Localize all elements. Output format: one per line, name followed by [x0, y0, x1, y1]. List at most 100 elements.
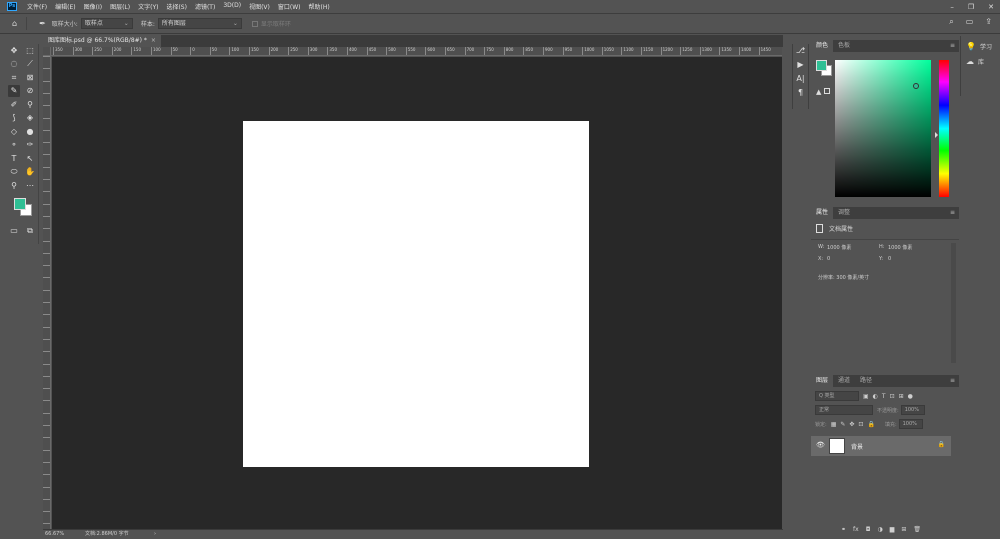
adjustment-filter-icon[interactable]: ◐ [873, 393, 878, 400]
tab-adjustments[interactable]: 调整 [833, 207, 855, 219]
lasso-tool-icon[interactable]: ◌ [8, 58, 20, 70]
hue-slider-handle[interactable] [935, 132, 938, 139]
close-icon[interactable]: × [151, 37, 156, 44]
document-canvas[interactable] [243, 121, 589, 467]
layer-name[interactable]: 背景 [851, 442, 863, 451]
eye-icon[interactable]: 👁 [816, 441, 825, 449]
quick-mask-icon[interactable]: ▭ [8, 225, 20, 237]
close-button[interactable]: ✕ [988, 3, 994, 11]
zoom-level[interactable]: 66.67% [45, 530, 64, 539]
blend-mode-select[interactable]: 正常 [815, 405, 873, 415]
lock-artboard-icon[interactable]: ⊡ [858, 421, 863, 428]
learn-button[interactable]: 💡 学习 [966, 42, 1000, 51]
color-pointer[interactable] [912, 83, 919, 90]
libraries-button[interactable]: ☁ 库 [966, 57, 1000, 66]
layer-filter-select[interactable]: Q 类型 [815, 391, 859, 401]
foreground-color-swatch[interactable] [14, 197, 26, 210]
out-of-gamut-warning-icon[interactable]: ▲ [816, 88, 821, 96]
eyedropper-tool-icon[interactable]: ✒ [39, 19, 46, 28]
character-icon[interactable]: A| [793, 72, 808, 86]
link-layers-icon[interactable]: ⚭ [841, 526, 846, 533]
show-ring-checkbox[interactable] [251, 20, 258, 27]
search-icon[interactable]: ⌕ [949, 17, 953, 27]
move-tool-icon[interactable]: ✥ [8, 45, 20, 57]
layer-style-icon[interactable]: fx [853, 526, 859, 533]
ellipse-tool-icon[interactable]: ⬭ [8, 166, 20, 178]
type-tool-icon[interactable]: T [8, 153, 20, 165]
menu-item[interactable]: 文字(Y) [138, 2, 158, 11]
canvas-area[interactable] [52, 57, 782, 529]
x-value[interactable]: 0 [827, 256, 879, 262]
more-tools-icon[interactable]: ⋯ [24, 180, 36, 192]
menu-item[interactable]: 帮助(H) [309, 2, 330, 11]
menu-item[interactable]: 图层(L) [110, 2, 130, 11]
path-select-tool-icon[interactable]: ↖ [24, 153, 36, 165]
new-layer-icon[interactable]: ⊞ [901, 526, 906, 533]
panel-menu-icon[interactable]: ≡ [950, 40, 955, 52]
history-brush-tool-icon[interactable]: ⟆ [8, 112, 20, 124]
properties-scrollbar[interactable] [951, 243, 956, 363]
adjustment-layer-icon[interactable]: ◑ [877, 526, 882, 533]
clone-stamp-tool-icon[interactable]: ⚲ [24, 99, 36, 111]
y-value[interactable]: 0 [888, 256, 891, 262]
tab-paths[interactable]: 路径 [855, 375, 877, 387]
tab-swatches[interactable]: 色板 [833, 40, 855, 52]
restore-button[interactable]: ❐ [968, 3, 974, 11]
tab-channels[interactable]: 通道 [833, 375, 855, 387]
history-icon[interactable]: ⎇ [793, 44, 808, 58]
foreground-color-swatch[interactable] [816, 60, 827, 71]
horizontal-ruler[interactable]: 350 300 250 200 150 100 50 0 50 100 150 200 250 300 35… [51, 47, 782, 56]
menu-item[interactable]: 编辑(E) [55, 2, 75, 11]
menu-item[interactable]: 图像(I) [84, 2, 102, 11]
healing-brush-tool-icon[interactable]: ⊘ [24, 85, 36, 97]
panel-menu-icon[interactable]: ≡ [950, 375, 955, 387]
menu-item[interactable]: 窗口(W) [278, 2, 301, 11]
dodge-tool-icon[interactable]: ⚬ [8, 139, 20, 151]
lock-position-icon[interactable]: ✥ [849, 421, 854, 428]
web-safe-color-icon[interactable] [824, 88, 830, 94]
add-mask-icon[interactable]: ◘ [866, 526, 871, 533]
sample-select[interactable]: 所有图层 ⌄ [157, 18, 242, 29]
eyedropper-tool-icon[interactable]: ✎ [8, 85, 20, 98]
quick-select-tool-icon[interactable]: ⟋ [24, 58, 36, 70]
marquee-tool-icon[interactable]: ⬚ [24, 45, 36, 57]
paint-bucket-tool-icon[interactable]: ◇ [8, 126, 20, 138]
pixel-filter-icon[interactable]: ▣ [863, 393, 869, 400]
hue-slider[interactable] [935, 60, 949, 197]
delete-layer-icon[interactable]: 🗑 [913, 526, 921, 533]
panel-menu-icon[interactable]: ≡ [950, 207, 955, 219]
lock-image-icon[interactable]: ✎ [840, 421, 845, 428]
tab-properties[interactable]: 属性 [811, 207, 834, 219]
paragraph-icon[interactable]: ¶ [793, 86, 808, 100]
frame-tool-icon[interactable]: ⊠ [24, 72, 36, 84]
vertical-ruler[interactable] [43, 47, 51, 529]
layer-thumbnail[interactable] [829, 438, 845, 454]
share-icon[interactable]: ⇪ [985, 17, 992, 27]
minimize-button[interactable]: – [950, 3, 954, 11]
height-value[interactable]: 1000 像素 [888, 244, 912, 251]
lock-transparent-icon[interactable]: ▦ [831, 421, 837, 428]
filter-toggle-icon[interactable]: ● [908, 393, 913, 400]
blur-tool-icon[interactable]: ● [24, 126, 36, 138]
home-icon[interactable]: ⌂ [12, 19, 17, 28]
document-tab[interactable]: 图库图标.psd @ 66.7%(RGB/8#) * × [43, 35, 161, 47]
opacity-input[interactable]: 100% [900, 405, 925, 415]
menu-item[interactable]: 视图(V) [249, 2, 270, 11]
smart-object-filter-icon[interactable]: ⊞ [899, 393, 904, 400]
menu-item[interactable]: 3D(D) [223, 2, 241, 11]
color-picker-field[interactable] [835, 60, 931, 197]
screen-mode-icon[interactable]: ⧉ [24, 225, 36, 237]
hand-tool-icon[interactable]: ✋ [24, 166, 36, 178]
tab-color[interactable]: 颜色 [811, 40, 834, 52]
tab-layers[interactable]: 图层 [811, 375, 834, 387]
fill-input[interactable]: 100% [898, 419, 923, 429]
pen-tool-icon[interactable]: ✑ [24, 139, 36, 151]
sample-size-select[interactable]: 取样点 ⌄ [80, 18, 133, 29]
menu-item[interactable]: 文件(F) [27, 2, 47, 11]
eraser-tool-icon[interactable]: ◈ [24, 112, 36, 124]
width-value[interactable]: 1000 像素 [827, 244, 879, 251]
shape-filter-icon[interactable]: ⊡ [890, 393, 895, 400]
new-group-icon[interactable]: ▆ [890, 526, 895, 533]
menu-item[interactable]: 选择(S) [166, 2, 187, 11]
ruler-origin[interactable] [43, 47, 51, 56]
